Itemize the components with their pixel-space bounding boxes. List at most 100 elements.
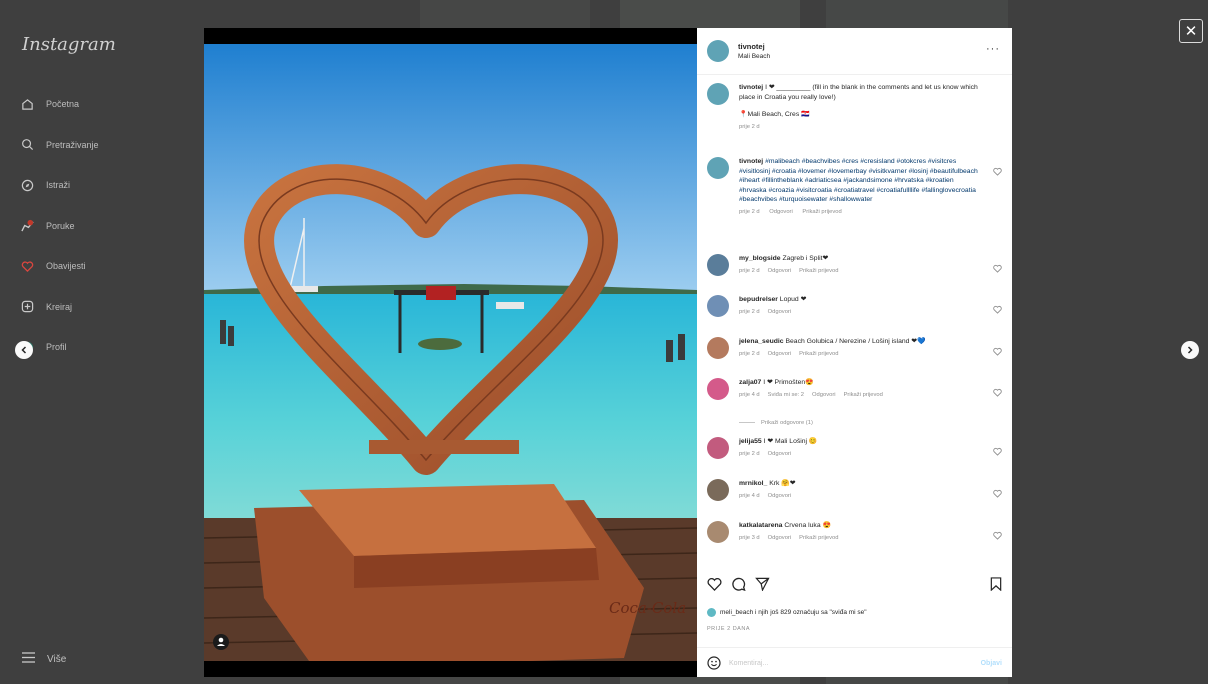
avatar[interactable]: [707, 337, 729, 359]
sidebar-item-label: Pretraživanje: [46, 139, 99, 150]
next-post-button[interactable]: [1181, 341, 1199, 359]
bookmark-icon[interactable]: [990, 577, 1002, 591]
comment-time: prije 4 d: [739, 492, 760, 499]
comment-time: prije 2 d: [739, 208, 760, 215]
post-date: PRIJE 2 DANA: [707, 626, 750, 632]
reply-link[interactable]: Odgovori: [812, 392, 836, 398]
avatar: [707, 608, 716, 617]
avatar[interactable]: [707, 295, 729, 317]
instagram-logo[interactable]: Instagram: [22, 34, 116, 55]
comment-time: prije 2 d: [739, 308, 760, 315]
post-image[interactable]: Coca-Cola: [204, 28, 697, 677]
chevron-right-icon: [1187, 346, 1193, 354]
reply-link[interactable]: Odgovori: [768, 451, 792, 457]
comment-item: katkalatarena Crvena luka 😍 prije 3 d Odgo…: [707, 521, 1002, 543]
comment-item: bepudrelser Lopud ❤ prije 2 d Odgovori: [707, 295, 1002, 317]
view-replies-link[interactable]: Prikaži odgovore (1): [739, 420, 813, 426]
reply-link[interactable]: Odgovori: [768, 351, 792, 357]
sidebar-item-label: Obavijesti: [46, 261, 86, 272]
comment-time: prije 2 d: [739, 267, 760, 274]
compass-icon: [20, 178, 34, 192]
hashtags-text[interactable]: #malibeach #beachvibes #cres #cresisland…: [739, 158, 978, 203]
sidebar: Instagram Početna Pretraživanje Istraži …: [0, 0, 200, 684]
sidebar-item-search[interactable]: Pretraživanje: [20, 125, 99, 166]
comment-like-icon[interactable]: [993, 347, 1002, 356]
comment-username[interactable]: mrnikol_: [739, 480, 767, 487]
comment-username[interactable]: bepudrelser: [739, 296, 778, 303]
reply-link[interactable]: Odgovori: [768, 268, 792, 274]
close-icon: ✕: [1184, 23, 1198, 40]
sidebar-item-messages[interactable]: Poruke: [20, 206, 99, 247]
avatar[interactable]: [707, 521, 729, 543]
like-icon[interactable]: [707, 577, 722, 591]
sidebar-nav: Početna Pretraživanje Istraži Poruke Oba…: [20, 84, 99, 368]
sidebar-item-create[interactable]: Kreiraj: [20, 287, 99, 328]
sidebar-item-home[interactable]: Početna: [20, 84, 99, 125]
post-detail-panel: tivnotej Mali Beach ··· tivnotej I ❤ ___…: [697, 28, 1012, 677]
comment-text: I ❤ Primošten😍: [763, 379, 814, 386]
comment-username[interactable]: zalja07: [739, 379, 761, 386]
avatar[interactable]: [707, 479, 729, 501]
reply-link[interactable]: Odgovori: [768, 493, 792, 499]
comment-like-icon[interactable]: [993, 305, 1002, 314]
home-icon: [20, 97, 34, 111]
comment-time: prije 2 d: [739, 450, 760, 457]
post-author[interactable]: tivnotej: [738, 42, 770, 51]
search-icon: [20, 138, 34, 152]
close-modal-button[interactable]: ✕: [1179, 19, 1203, 43]
sidebar-item-notifications[interactable]: Obavijesti: [20, 246, 99, 287]
comment-username[interactable]: jelija55: [739, 438, 762, 445]
comment-item: my_blogside Zagreb i Split❤ prije 2 d Odgo…: [707, 254, 1002, 276]
avatar[interactable]: [707, 254, 729, 276]
comment-like-icon[interactable]: [993, 388, 1002, 397]
comment-likes[interactable]: Sviđa mi se: 2: [768, 392, 804, 398]
previous-post-button[interactable]: [15, 341, 33, 359]
translate-link[interactable]: Prikaži prijevod: [844, 392, 883, 398]
post-actions: [707, 574, 1002, 598]
comment-username[interactable]: my_blogside: [739, 255, 781, 262]
caption: tivnotej I ❤ _________ (fill in the blan…: [707, 83, 1002, 132]
comment-username[interactable]: tivnotej: [739, 158, 763, 165]
chevron-left-icon: [21, 346, 27, 354]
comment-text: Zagreb i Split❤: [782, 255, 829, 262]
avatar[interactable]: [707, 40, 729, 62]
post-comment-button[interactable]: Objavi: [981, 660, 1002, 667]
translate-link[interactable]: Prikaži prijevod: [802, 209, 841, 215]
comment-item: zalja07 I ❤ Primošten😍 prije 4 d Sviđa mi …: [707, 378, 1002, 400]
caption-text: I ❤ _________ (fill in the blank in the …: [739, 84, 978, 101]
comments-list: tivnotej I ❤ _________ (fill in the blan…: [697, 75, 1012, 569]
share-icon[interactable]: [755, 577, 770, 591]
more-menu-button[interactable]: Više: [22, 652, 66, 666]
comment-input[interactable]: Komentiraj...: [729, 660, 768, 667]
comment-text: Lopud ❤: [779, 296, 807, 303]
comment-like-icon[interactable]: [993, 264, 1002, 273]
sidebar-item-label: Poruke: [46, 220, 75, 231]
comment-username[interactable]: jelena_seudic: [739, 338, 784, 345]
comment-username[interactable]: tivnotej: [739, 84, 763, 91]
sidebar-item-explore[interactable]: Istraži: [20, 165, 99, 206]
comment-username[interactable]: katkalatarena: [739, 522, 782, 529]
comment-icon[interactable]: [731, 577, 746, 591]
comment-like-icon[interactable]: [993, 531, 1002, 540]
avatar[interactable]: [707, 157, 729, 179]
reply-link[interactable]: Odgovori: [768, 535, 792, 541]
avatar[interactable]: [707, 437, 729, 459]
comment-time: prije 3 d: [739, 534, 760, 541]
hamburger-icon: [22, 652, 35, 666]
reply-link[interactable]: Odgovori: [769, 209, 793, 215]
post-location[interactable]: Mali Beach: [738, 53, 770, 60]
reply-link[interactable]: Odgovori: [768, 309, 792, 315]
avatar[interactable]: [707, 83, 729, 105]
likes-count[interactable]: meli_beach i njih još 829 označuju sa "s…: [707, 608, 867, 617]
emoji-icon[interactable]: [707, 656, 721, 670]
avatar[interactable]: [707, 378, 729, 400]
comment-like-icon[interactable]: [993, 167, 1002, 176]
plus-square-icon: [20, 300, 34, 314]
translate-link[interactable]: Prikaži prijevod: [799, 351, 838, 357]
more-options-icon[interactable]: ···: [986, 43, 1000, 55]
translate-link[interactable]: Prikaži prijevod: [799, 268, 838, 274]
comment-like-icon[interactable]: [993, 489, 1002, 498]
comment-like-icon[interactable]: [993, 447, 1002, 456]
comment-time: prije 2 d: [739, 123, 760, 130]
translate-link[interactable]: Prikaži prijevod: [799, 535, 838, 541]
